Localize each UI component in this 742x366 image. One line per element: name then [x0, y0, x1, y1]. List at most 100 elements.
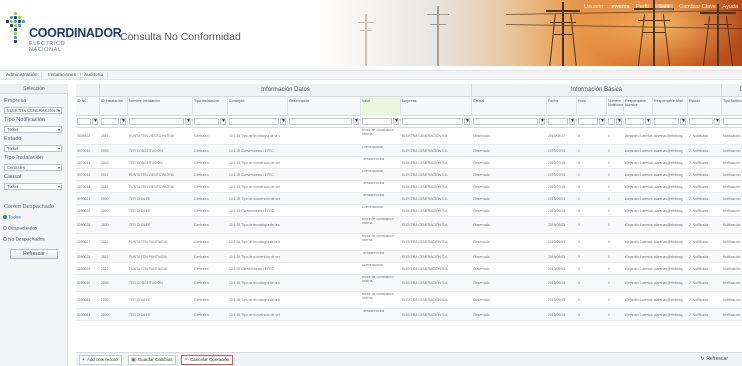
column-header[interactable]: Responsable Nombre [624, 97, 653, 116]
table-cell: 10.1.35 Tipo de conversión de ver [229, 185, 281, 189]
column-header[interactable]: Número Notificación [607, 97, 624, 116]
filter-icon[interactable]: ▼ [393, 118, 399, 125]
table-row[interactable]: 3070930 2893 TER CONSTITUCIÓN Centrales 10.1… [76, 145, 742, 157]
table-row[interactable]: 3070933 2811 PUNTA TEN VIENTO PATRIA Centra… [76, 181, 742, 193]
logout-link[interactable]: Salir [655, 4, 673, 10]
column-filter: ▼ [472, 118, 547, 126]
filter-icon[interactable]: ▼ [220, 118, 226, 125]
plus-icon: + [82, 357, 85, 363]
column-header[interactable]: Hora [577, 97, 607, 116]
filter-icon[interactable]: ▼ [569, 118, 575, 125]
coordinador-logo[interactable]: COORDINADOR ELÉCTRICO NACIONAL [6, 12, 122, 53]
filter-icon[interactable]: ▼ [599, 118, 605, 125]
column-header[interactable]: Nombre Instalación [128, 97, 193, 116]
table-row[interactable]: 3070931 2893 TER CONSTITUCIÓN Centrales 10.1… [76, 157, 742, 169]
tipo-instalacion-select[interactable]: Centrales ▾ [4, 164, 62, 171]
refresh-button[interactable]: ↻ Refrescar [700, 356, 728, 362]
filter-icon[interactable]: ▼ [353, 118, 359, 125]
column-header[interactable]: Causal [472, 97, 547, 116]
filter-icon[interactable]: ▼ [616, 118, 622, 125]
radio-todos[interactable]: Todos [3, 215, 21, 221]
filter-input[interactable] [625, 118, 644, 125]
table-row[interactable]: 3090625 2890 TER CHALÉE Centrales 10.1.35 Co… [76, 205, 742, 217]
column-header[interactable]: Estado [688, 97, 722, 116]
table-cell: TER CHALÉE [129, 197, 151, 201]
filter-input[interactable] [473, 118, 538, 125]
filter-input[interactable] [402, 118, 463, 125]
filter-input[interactable] [101, 118, 119, 125]
chevron-down-icon: ▾ [57, 184, 60, 189]
column-header[interactable]: Empresa [401, 97, 472, 116]
change-password-link[interactable]: Cambiar Clave [679, 4, 716, 10]
causal-select[interactable]: Todos ▾ [4, 183, 62, 190]
menu-item-administracion[interactable]: Administración [2, 72, 43, 80]
table-cell: 2812 [101, 267, 109, 271]
column-header[interactable]: Tipo Instalación [193, 97, 228, 116]
column-header[interactable]: Concepto [228, 97, 288, 116]
filter-icon[interactable]: ▼ [539, 118, 545, 125]
table-cell: 3090627 [77, 240, 91, 244]
group-spacer [76, 84, 100, 97]
filter-input[interactable] [77, 118, 91, 125]
table-row[interactable]: 3090624 2890 TER CHALÉE Centrales 10.1.35 Ti… [76, 193, 742, 205]
table-row[interactable]: 3070932 2811 PUNTA TEN VIENTO PATRIA Centra… [76, 169, 742, 181]
filter-input[interactable] [229, 118, 279, 125]
filter-input[interactable] [608, 118, 615, 125]
table-row[interactable]: 3006402 2811 PUNTA TEN VIENTO PATRIA Centra… [76, 128, 742, 145]
table-cell: alarenas@elektrag [654, 255, 683, 259]
table-row[interactable]: 3090684 2890 TER CHALÉE Centrales 10.1.35 Ti… [76, 309, 742, 321]
empresa-select[interactable]: ELEKTRA GENERACIÓN S. ▾ [4, 107, 62, 114]
estado-select[interactable]: Todos ▾ [4, 145, 62, 152]
cancel-operation-button[interactable]: ✕ Cancelar Operación [181, 355, 234, 365]
menu-item-auditoria[interactable]: Auditoría [80, 72, 109, 80]
tipo-notificacion-select[interactable]: Todos ▾ [4, 126, 62, 133]
table-cell: 3090683 [77, 298, 91, 302]
table-cell: 10.1.35 Tipo de conversión de ver [229, 197, 281, 201]
filter-input[interactable] [362, 118, 392, 125]
column-header[interactable]: ID Instalación [100, 97, 128, 116]
save-changes-button[interactable]: ▣ Guardar Cambios [128, 355, 177, 365]
column-header[interactable]: ID NC [76, 97, 100, 116]
filter-icon[interactable]: ▼ [714, 118, 720, 125]
filter-input[interactable] [289, 118, 352, 125]
menu-item-instalaciones[interactable]: Instalaciones [44, 72, 81, 80]
filter-input[interactable] [578, 118, 598, 125]
filter-input[interactable] [548, 118, 568, 125]
filter-input[interactable] [689, 118, 713, 125]
column-header[interactable]: Fecha [547, 97, 577, 116]
table-cell: Alejandro Larenas [625, 223, 653, 227]
filter-icon[interactable]: ▼ [680, 118, 686, 125]
filter-icon[interactable]: ▼ [280, 118, 286, 125]
refrescar-button[interactable]: Refrescar [10, 249, 58, 259]
radio-no-despachados[interactable]: No Despachados [3, 237, 45, 243]
add-record-button[interactable]: + Add new record [79, 355, 122, 365]
table-row[interactable]: 3090627 2812 PUNTA TEN PUNTIAGUI Centrales 1… [76, 234, 742, 251]
table-cell: 0 [578, 209, 580, 213]
table-row[interactable]: 3090626 2890 TER CHALÉE Centrales 10.1.35 Ti… [76, 217, 742, 234]
table-row[interactable]: 3090629 2812 PUNTA TEN PUNTIAGUI Centrales 1… [76, 263, 742, 275]
table-row[interactable]: 3090683 2890 TER CHALÉE Centrales 10.1.35 Ti… [76, 292, 742, 309]
tipo-instalacion-value: Centrales [7, 165, 25, 170]
filter-input[interactable] [129, 118, 184, 125]
filter-icon[interactable]: ▼ [645, 118, 651, 125]
table-cell: Notificación [723, 185, 741, 189]
column-filter: ▼ [547, 118, 577, 126]
table-cell: 0 [578, 281, 580, 285]
filter-icon[interactable]: ▼ [185, 118, 191, 125]
column-header[interactable]: Observación [288, 97, 361, 116]
radio-despachados[interactable]: Despachados [3, 226, 37, 232]
table-row[interactable]: 3090628 2812 PUNTA TEN PUNTIAGUI Centrales 1… [76, 251, 742, 263]
filter-input[interactable] [194, 118, 219, 125]
profile-link[interactable]: Perfil [636, 4, 649, 10]
filter-icon[interactable]: ▼ [92, 118, 98, 125]
column-header[interactable]: Tipo Notificación [722, 97, 742, 116]
filter-input[interactable] [723, 118, 742, 125]
table-row[interactable]: 3090630 2893 TER CONSTITUCIÓN Centrales 10.1… [76, 275, 742, 292]
help-link[interactable]: Ayuda [722, 4, 738, 10]
column-header[interactable]: Responsable Mail [653, 97, 688, 116]
column-header[interactable]: Valor [361, 97, 401, 116]
filter-icon[interactable]: ▼ [120, 118, 126, 125]
table-cell: 10.1.35 Conversiones / EFEC [229, 209, 274, 213]
filter-input[interactable] [654, 118, 679, 125]
filter-icon[interactable]: ▼ [464, 118, 470, 125]
